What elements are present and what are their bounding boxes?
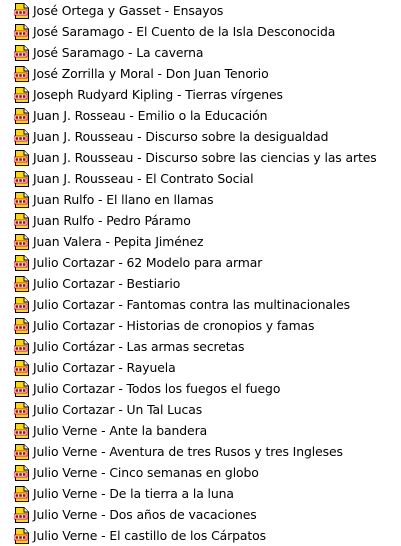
pdf-file-icon (14, 149, 29, 166)
file-list-item[interactable]: José Zorrilla y Moral - Don Juan Tenorio (14, 63, 401, 84)
file-list-item[interactable]: Julio Verne - Dos años de vacaciones (14, 504, 401, 525)
file-name: Julio Verne - Cinco semanas en globo (33, 465, 259, 480)
file-list-item[interactable]: Juan J. Rosseau - Emilio o la Educación (14, 105, 401, 126)
file-list-item[interactable]: Juan Valera - Pepita Jiménez (14, 231, 401, 252)
file-name: Julio Cortazar - Rayuela (33, 360, 176, 375)
file-name: Juan Valera - Pepita Jiménez (33, 234, 204, 249)
file-list-item[interactable]: Julio Verne - El castillo de los Cárpato… (14, 525, 401, 546)
file-list-item[interactable]: Julio Cortázar - Las armas secretas (14, 336, 401, 357)
file-name: Julio Cortazar - Bestiario (33, 276, 181, 291)
pdf-file-icon (14, 317, 29, 334)
pdf-file-icon (14, 422, 29, 439)
file-list-item[interactable]: Juan J. Rousseau - El Contrato Social (14, 168, 401, 189)
file-name: Joseph Rudyard Kipling - Tierras vírgene… (33, 87, 283, 102)
file-list-item[interactable]: Julio Cortazar - Un Tal Lucas (14, 399, 401, 420)
pdf-file-icon (14, 23, 29, 40)
pdf-file-icon (14, 86, 29, 103)
file-name: Julio Cortazar - Historias de cronopios … (33, 318, 315, 333)
pdf-file-icon (14, 401, 29, 418)
file-name: Julio Cortazar - Un Tal Lucas (33, 402, 203, 417)
file-name: Juan J. Rosseau - Emilio o la Educación (33, 108, 268, 123)
pdf-file-icon (14, 65, 29, 82)
file-list-item[interactable]: Julio Verne - Aventura de tres Rusos y t… (14, 441, 401, 462)
pdf-file-icon (14, 485, 29, 502)
file-name: Juan Rulfo - Pedro Páramo (33, 213, 191, 228)
pdf-file-icon (14, 527, 29, 544)
pdf-file-icon (14, 191, 29, 208)
pdf-file-icon (14, 338, 29, 355)
file-name: Julio Cortazar - Fantomas contra las mul… (33, 297, 351, 312)
file-name: Juan J. Rousseau - Discurso sobre las ci… (33, 150, 377, 165)
file-list-item[interactable]: Juan Rulfo - El llano en llamas (14, 189, 401, 210)
file-list-item[interactable]: Julio Verne - Ante la bandera (14, 420, 401, 441)
pdf-file-icon (14, 275, 29, 292)
file-name: Julio Verne - De la tierra a la luna (33, 486, 234, 501)
pdf-file-icon (14, 128, 29, 145)
file-name: Julio Verne - Aventura de tres Rusos y t… (33, 444, 343, 459)
pdf-file-icon (14, 107, 29, 124)
file-name: Julio Cortázar - Las armas secretas (33, 339, 245, 354)
file-list-item[interactable]: Julio Cortazar - 62 Modelo para armar (14, 252, 401, 273)
pdf-file-icon (14, 506, 29, 523)
pdf-file-icon (14, 359, 29, 376)
file-name: José Ortega y Gasset - Ensayos (33, 3, 224, 18)
file-list-item[interactable]: Julio Cortazar - Fantomas contra las mul… (14, 294, 401, 315)
file-list-item[interactable]: Julio Cortazar - Historias de cronopios … (14, 315, 401, 336)
file-name: Juan J. Rousseau - El Contrato Social (33, 171, 254, 186)
pdf-file-icon (14, 443, 29, 460)
file-name: Juan J. Rousseau - Discurso sobre la des… (33, 129, 329, 144)
file-name: Juan Rulfo - El llano en llamas (33, 192, 214, 207)
pdf-file-icon (14, 170, 29, 187)
pdf-file-icon (14, 2, 29, 19)
file-list: José Ortega y Gasset - Ensayos José Saram… (14, 0, 401, 546)
file-list-item[interactable]: Juan Rulfo - Pedro Páramo (14, 210, 401, 231)
pdf-file-icon (14, 233, 29, 250)
file-list-item[interactable]: Julio Verne - Cinco semanas en globo (14, 462, 401, 483)
file-list-item[interactable]: Julio Verne - De la tierra a la luna (14, 483, 401, 504)
pdf-file-icon (14, 380, 29, 397)
file-list-item[interactable]: Julio Cortazar - Rayuela (14, 357, 401, 378)
file-name: Julio Cortazar - Todos los fuegos el fue… (33, 381, 281, 396)
file-list-item[interactable]: Julio Cortazar - Todos los fuegos el fue… (14, 378, 401, 399)
pdf-file-icon (14, 254, 29, 271)
file-list-item[interactable]: Julio Cortazar - Bestiario (14, 273, 401, 294)
pdf-file-icon (14, 212, 29, 229)
pdf-file-icon (14, 44, 29, 61)
file-name: Julio Verne - El castillo de los Cárpato… (33, 528, 266, 543)
pdf-file-icon (14, 296, 29, 313)
file-list-item[interactable]: Juan J. Rousseau - Discurso sobre la des… (14, 126, 401, 147)
file-name: Julio Verne - Dos años de vacaciones (33, 507, 257, 522)
file-name: Julio Cortazar - 62 Modelo para armar (33, 255, 263, 270)
file-name: José Saramago - El Cuento de la Isla Des… (33, 24, 336, 39)
file-list-item[interactable]: Joseph Rudyard Kipling - Tierras vírgene… (14, 84, 401, 105)
file-name: Julio Verne - Ante la bandera (33, 423, 208, 438)
pdf-file-icon (14, 464, 29, 481)
file-list-item[interactable]: José Saramago - El Cuento de la Isla Des… (14, 21, 401, 42)
file-list-item[interactable]: José Ortega y Gasset - Ensayos (14, 0, 401, 21)
file-name: José Zorrilla y Moral - Don Juan Tenorio (33, 66, 269, 81)
file-list-item[interactable]: Juan J. Rousseau - Discurso sobre las ci… (14, 147, 401, 168)
file-list-item[interactable]: José Saramago - La caverna (14, 42, 401, 63)
file-name: José Saramago - La caverna (33, 45, 204, 60)
